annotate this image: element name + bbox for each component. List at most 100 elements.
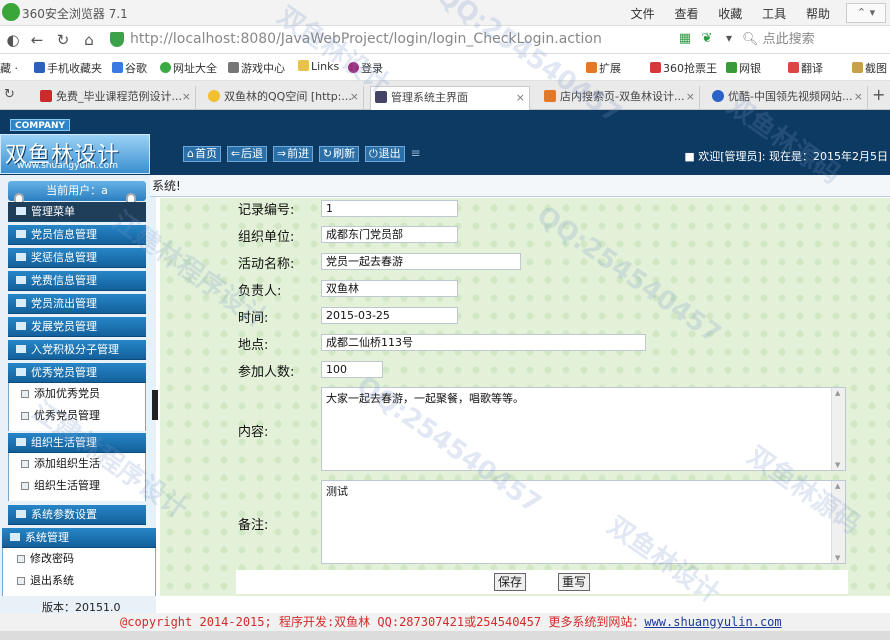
gamepad-icon	[228, 62, 239, 73]
submenu-logout[interactable]: 退出系统	[3, 570, 155, 592]
sidebar-item-reward[interactable]: 奖惩信息管理	[8, 248, 146, 268]
sidebar-item-system[interactable]: 系统管理	[2, 528, 156, 548]
remark-textarea[interactable]: 测试	[321, 480, 846, 564]
back-button[interactable]: ⇐后退	[226, 146, 268, 162]
place-field[interactable]: 成都二仙桥113号	[321, 334, 646, 351]
browser-titlebar: 360安全浏览器 7.1 文件 查看 收藏 工具 帮助 ⌃ ▾	[0, 0, 890, 26]
bullet-icon	[17, 555, 25, 563]
dropdown-icon[interactable]: ▾	[720, 31, 738, 45]
list-icon	[16, 276, 26, 284]
list-icon	[16, 322, 26, 330]
footer: @copyright 2014-2015; 程序开发:双鱼林 QQ:287307…	[0, 613, 890, 631]
tab-course[interactable]: 免费_毕业课程范例设计... ×	[36, 86, 196, 110]
submenu-change-password[interactable]: 修改密码	[3, 548, 155, 570]
scrollbar[interactable]	[831, 481, 845, 563]
fav-item[interactable]: 360抢票王	[650, 60, 717, 76]
submenu-manage-excellent[interactable]: 优秀党员管理	[9, 405, 145, 427]
submenu-org-life: 添加组织生活 组织生活管理	[8, 453, 146, 501]
list-icon	[16, 510, 26, 518]
fav-item[interactable]: 网银	[726, 60, 761, 76]
fav-item[interactable]: 翻译	[788, 60, 823, 76]
favorites-bar: 藏 · 手机收藏夹 谷歌 网址大全 游戏中心 Links 登录 扩展 360抢票…	[0, 54, 890, 81]
time-field[interactable]: 2015-03-25	[321, 307, 458, 324]
save-button[interactable]: 保存	[494, 573, 526, 591]
time-label: 时间:	[238, 311, 269, 326]
org-unit-field[interactable]: 成都东门党员部	[321, 226, 458, 243]
pin-icon[interactable]: ⌃ ▾	[846, 3, 886, 23]
activity-field[interactable]: 党员一起去春游	[321, 253, 521, 270]
search-box[interactable]: 🔍︎ 点此搜索	[742, 30, 888, 50]
tab-admin[interactable]: 管理系统主界面 ×	[370, 86, 530, 110]
footer-link[interactable]: www.shuangyulin.com	[644, 615, 781, 629]
fav-item[interactable]: 截图	[852, 60, 887, 76]
tab-qzone[interactable]: 双鱼林的QQ空间 [http:... ×	[204, 86, 364, 110]
sidebar-item-org-life[interactable]: 组织生活管理	[8, 433, 146, 453]
search-icon: 🔍︎	[742, 32, 759, 47]
home-icon[interactable]: ⌂	[80, 31, 98, 49]
tab-favicon-icon	[375, 91, 387, 103]
fav-item[interactable]: 扩展	[586, 60, 621, 76]
fav-item[interactable]: 登录	[348, 60, 383, 76]
company-badge: COMPANY	[10, 119, 70, 131]
menu-help[interactable]: 帮助	[806, 7, 830, 21]
sidebar-item-dues[interactable]: 党费信息管理	[8, 271, 146, 291]
leader-field[interactable]: 双鱼林	[321, 280, 458, 297]
reset-button[interactable]: 重写	[558, 573, 590, 591]
url-field[interactable]: http://localhost:8080/JavaWebProject/log…	[130, 31, 602, 47]
close-icon[interactable]: ×	[182, 86, 191, 108]
content-textarea[interactable]: 大家一起去春游，一起聚餐，唱歌等等。	[321, 387, 846, 471]
submenu-manage-org-life[interactable]: 组织生活管理	[9, 475, 145, 497]
sidebar-item-party-member[interactable]: 党员信息管理	[8, 225, 146, 245]
menu-favorites[interactable]: 收藏	[718, 7, 742, 21]
tab-store[interactable]: 店内搜索页-双鱼林设计... ×	[540, 86, 700, 110]
fav-item[interactable]: 手机收藏夹	[34, 60, 102, 76]
current-user: 当前用户：a	[46, 184, 108, 197]
home-button[interactable]: ⌂首页	[183, 146, 221, 162]
close-icon[interactable]: ×	[516, 87, 525, 109]
close-icon[interactable]: ×	[686, 86, 695, 108]
sidebar-item-outflow[interactable]: 党员流出管理	[8, 294, 146, 314]
menu-file[interactable]: 文件	[631, 7, 655, 21]
remark-label: 备注:	[238, 518, 269, 533]
list-icon	[16, 299, 26, 307]
close-icon[interactable]: ×	[854, 86, 863, 108]
menu-tools[interactable]: 工具	[762, 7, 786, 21]
sidebar-item-params[interactable]: 系统参数设置	[8, 505, 146, 525]
scrollbar[interactable]	[831, 388, 845, 470]
fav-item[interactable]: 游戏中心	[228, 60, 285, 76]
participants-field[interactable]: 100	[321, 361, 383, 378]
refresh-button[interactable]: ↻刷新	[318, 146, 360, 162]
bullet-icon	[21, 390, 29, 398]
fav-item[interactable]: Links	[298, 60, 339, 73]
tab-favicon-icon	[40, 90, 52, 102]
participants-label: 参加人数:	[238, 365, 295, 380]
browser-menus: 文件 查看 收藏 工具 帮助	[615, 5, 830, 22]
sidebar-item-activist[interactable]: 入党积极分子管理	[8, 340, 146, 360]
forward-button[interactable]: ⇒前进	[272, 146, 314, 162]
qr-icon[interactable]: ▦	[676, 31, 694, 46]
back-arrow-icon[interactable]: ←	[28, 31, 46, 49]
globe-icon	[160, 62, 171, 73]
screenshot-icon	[852, 62, 863, 73]
menu-title: 管理菜单	[8, 202, 146, 222]
record-no-field[interactable]: 1	[321, 200, 458, 217]
menu-view[interactable]: 查看	[674, 7, 698, 21]
close-icon[interactable]: ×	[350, 86, 359, 108]
tab-youku[interactable]: 优酷-中国领先视频网站... ×	[708, 86, 868, 110]
tab-favicon-icon	[544, 90, 556, 102]
fav-item[interactable]: 谷歌	[112, 60, 147, 76]
sidebar-item-excellent[interactable]: 优秀党员管理	[8, 363, 146, 383]
submenu-add-excellent[interactable]: 添加优秀党员	[9, 383, 145, 405]
fav-item[interactable]: 藏 ·	[0, 60, 18, 76]
forward-icon: ⇒	[276, 147, 287, 160]
reload-icon[interactable]: ↻	[54, 31, 72, 49]
logout-button[interactable]: ⏻退出	[364, 146, 405, 162]
leaf-icon[interactable]: ❦	[698, 31, 716, 46]
sidebar-toggle-handle[interactable]	[152, 390, 158, 420]
search-placeholder: 点此搜索	[762, 32, 815, 47]
sidebar-item-develop[interactable]: 发展党员管理	[8, 317, 146, 337]
fav-item[interactable]: 网址大全	[160, 60, 217, 76]
submenu-add-org-life[interactable]: 添加组织生活	[9, 453, 145, 475]
refresh-tab-icon[interactable]: ↻	[4, 87, 15, 102]
new-tab-icon[interactable]: +	[872, 85, 885, 104]
